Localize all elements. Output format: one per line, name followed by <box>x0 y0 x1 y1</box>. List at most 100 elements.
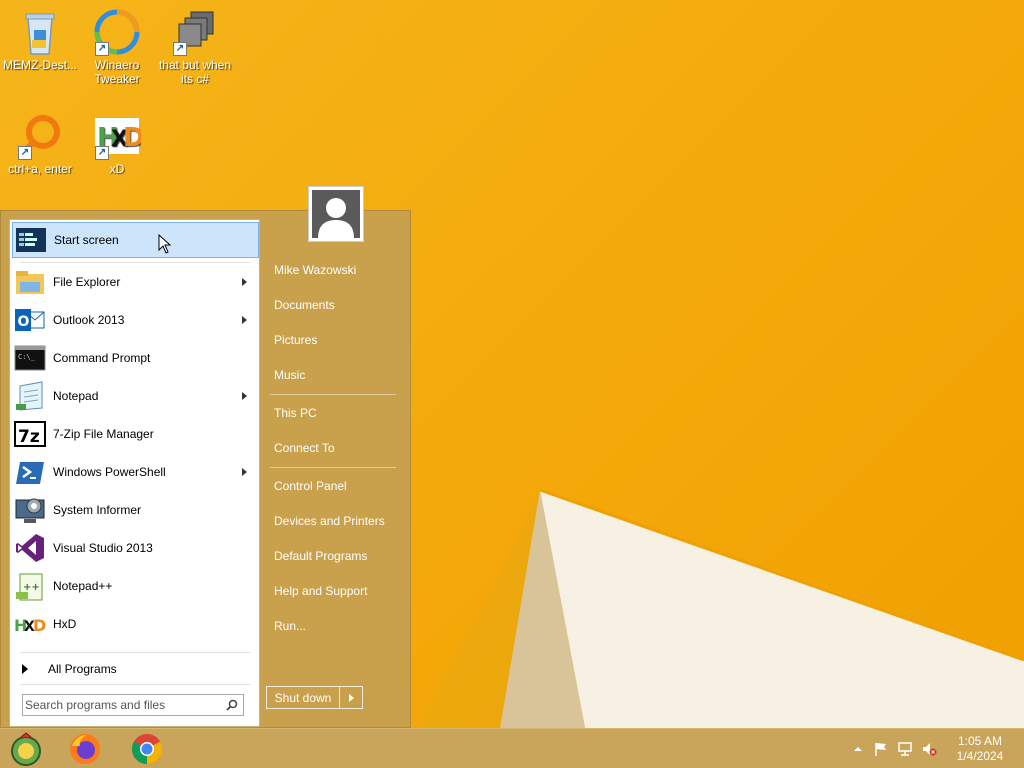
menu-item-label: Visual Studio 2013 <box>53 541 153 555</box>
menu-item-label: Windows PowerShell <box>53 465 166 479</box>
desktop-icon-label: ctrl+a, enter <box>8 162 72 176</box>
user-silhouette-icon <box>312 190 360 238</box>
shortcut-arrow-icon: ↗ <box>95 42 109 56</box>
right-item-connect-to[interactable]: Connect To <box>266 433 406 463</box>
menu-item-outlook[interactable]: O Outlook 2013 <box>12 302 259 338</box>
clock-date: 1/4/2024 <box>956 749 1004 763</box>
svg-text:O: O <box>18 314 30 330</box>
menu-item-label: System Informer <box>53 503 142 517</box>
search-icon[interactable] <box>226 699 238 711</box>
network-icon[interactable] <box>897 741 913 757</box>
outlook-icon: O <box>14 304 46 336</box>
start-menu: Start screen File Explorer O Outlook 201… <box>0 210 411 728</box>
svg-text:7z: 7z <box>18 427 40 447</box>
menu-separator <box>20 652 250 653</box>
shutdown-options-arrow-icon[interactable] <box>349 693 354 702</box>
menu-item-powershell[interactable]: Windows PowerShell <box>12 454 259 490</box>
svg-text:D: D <box>123 123 141 153</box>
desktop-icon-xd[interactable]: H X D ↗ xD <box>77 112 157 176</box>
right-item-pictures[interactable]: Pictures <box>266 325 406 355</box>
expand-arrow-icon <box>22 664 28 674</box>
show-hidden-icons-icon[interactable] <box>850 741 866 757</box>
search-box[interactable] <box>22 694 244 716</box>
menu-item-7zip[interactable]: 7z 7-Zip File Manager <box>12 416 259 452</box>
desktop-icon-label: xD <box>109 162 125 176</box>
right-item-this-pc[interactable]: This PC <box>266 398 406 428</box>
command-prompt-icon: C:\_ <box>14 342 46 374</box>
menu-item-start-screen[interactable]: Start screen <box>12 222 259 258</box>
volume-muted-icon[interactable] <box>921 741 937 757</box>
system-informer-icon <box>14 494 46 526</box>
chrome-icon[interactable] <box>130 732 164 766</box>
menu-item-label: File Explorer <box>53 275 121 289</box>
menu-item-system-informer[interactable]: System Informer <box>12 492 259 528</box>
shutdown-button[interactable]: Shut down <box>266 686 363 709</box>
desktop-icon-ctrl-a[interactable]: ↗ ctrl+a, enter <box>0 112 80 176</box>
submenu-arrow-icon <box>242 392 247 400</box>
clock-time: 1:05 AM <box>957 734 1003 748</box>
right-item-run[interactable]: Run... <box>266 611 406 641</box>
desktop-icon-memz[interactable]: MEMZ-Dest... <box>0 8 80 72</box>
menu-item-visual-studio[interactable]: Visual Studio 2013 <box>12 530 259 566</box>
notepad-icon <box>14 380 46 412</box>
svg-text:C:\_: C:\_ <box>18 353 36 361</box>
right-item-control-panel[interactable]: Control Panel <box>266 471 406 501</box>
right-item-music[interactable]: Music <box>266 360 406 390</box>
submenu-arrow-icon <box>242 278 247 286</box>
desktop-icon-csharp[interactable]: ↗ that but when its c# <box>155 8 235 86</box>
action-center-flag-icon[interactable] <box>873 741 889 757</box>
right-separator <box>270 394 396 395</box>
right-item-default-programs[interactable]: Default Programs <box>266 541 406 571</box>
notepadpp-icon: ++ <box>14 570 46 602</box>
mouse-cursor-icon <box>158 233 172 254</box>
start-orb-icon[interactable] <box>9 732 43 766</box>
firefox-icon[interactable] <box>68 732 102 766</box>
svg-text:D: D <box>33 616 46 635</box>
desktop-icon-label: Winaero Tweaker <box>94 58 140 86</box>
shutdown-divider <box>339 687 340 708</box>
svg-text:++: ++ <box>23 582 40 593</box>
menu-separator <box>20 684 250 685</box>
all-programs-label: All Programs <box>48 662 117 676</box>
user-avatar[interactable] <box>308 186 364 242</box>
menu-item-label: Start screen <box>54 233 119 247</box>
all-programs-button[interactable]: All Programs <box>12 656 259 682</box>
menu-item-notepadpp[interactable]: ++ Notepad++ <box>12 568 259 604</box>
recycle-bin-icon <box>16 8 64 56</box>
submenu-arrow-icon <box>242 316 247 324</box>
submenu-arrow-icon <box>242 468 247 476</box>
menu-item-command-prompt[interactable]: C:\_ Command Prompt <box>12 340 259 376</box>
right-item-devices-printers[interactable]: Devices and Printers <box>266 506 406 536</box>
file-explorer-icon <box>14 266 46 298</box>
menu-item-label: Outlook 2013 <box>53 313 125 327</box>
shortcut-arrow-icon: ↗ <box>173 42 187 56</box>
hxd-icon: H X D <box>14 608 46 640</box>
desktop-icon-label: MEMZ-Dest... <box>3 58 77 72</box>
menu-item-label: 7-Zip File Manager <box>53 427 154 441</box>
powershell-icon <box>14 456 46 488</box>
menu-item-notepad[interactable]: Notepad <box>12 378 259 414</box>
hxd-icon: H X D ↗ <box>93 112 145 160</box>
right-item-help-support[interactable]: Help and Support <box>266 576 406 606</box>
shortcut-arrow-icon: ↗ <box>18 146 32 160</box>
start-menu-programs-pane: Start screen File Explorer O Outlook 201… <box>9 219 260 727</box>
desktop-icon-winaero[interactable]: ↗ Winaero Tweaker <box>77 8 157 86</box>
search-input[interactable] <box>25 696 215 714</box>
right-item-documents[interactable]: Documents <box>266 290 406 320</box>
stacked-windows-icon: ↗ <box>171 8 219 56</box>
shortcut-arrow-icon: ↗ <box>95 146 109 160</box>
visual-studio-icon <box>14 532 46 564</box>
menu-item-file-explorer[interactable]: File Explorer <box>12 264 259 300</box>
menu-item-hxd[interactable]: H X D HxD <box>12 606 259 642</box>
menu-item-label: Notepad <box>53 389 99 403</box>
menu-item-label: HxD <box>53 617 77 631</box>
7zip-icon: 7z <box>14 418 46 450</box>
right-item-user[interactable]: Mike Wazowski <box>266 255 406 285</box>
shutdown-label: Shut down <box>274 690 332 705</box>
menu-separator <box>20 262 250 263</box>
taskbar: 1:05 AM 1/4/2024 <box>0 728 1024 768</box>
clock[interactable]: 1:05 AM 1/4/2024 <box>950 734 1010 764</box>
magnifier-ring-icon: ↗ <box>16 112 64 160</box>
start-screen-icon <box>15 224 47 256</box>
desktop-icon-label: that but when its c# <box>158 58 232 86</box>
